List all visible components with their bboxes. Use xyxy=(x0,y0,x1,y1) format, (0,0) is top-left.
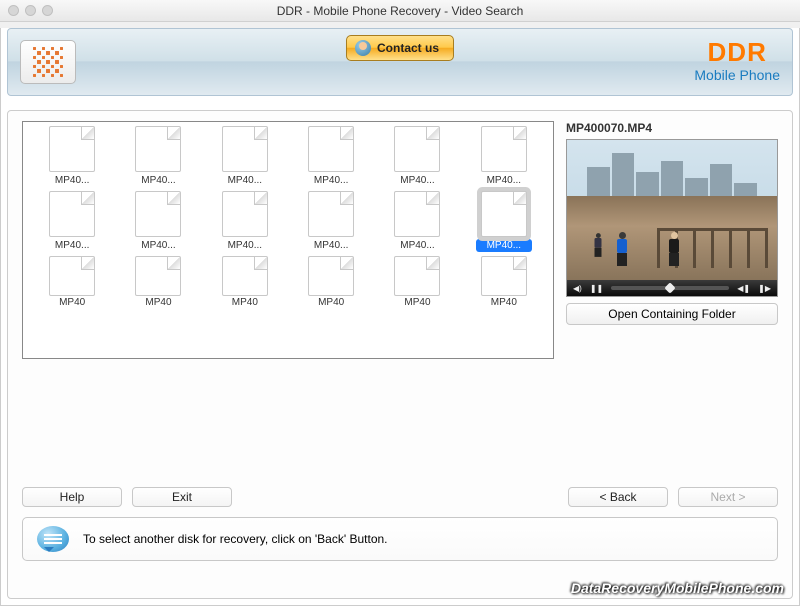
file-label: MP40... xyxy=(476,239,532,252)
brand-bottom: Mobile Phone xyxy=(694,67,780,83)
file-icon xyxy=(49,191,95,237)
file-label: MP40 xyxy=(476,296,532,309)
volume-icon[interactable]: ◀) xyxy=(573,284,582,293)
file-grid-container[interactable]: MP40... MP40... MP40... MP40... MP40... MP40.… xyxy=(22,121,554,359)
file-icon xyxy=(222,256,268,296)
titlebar: DDR - Mobile Phone Recovery - Video Sear… xyxy=(0,0,800,22)
prev-icon[interactable]: ◀❚ xyxy=(737,284,750,293)
file-item[interactable]: MP40... xyxy=(202,126,288,187)
player-controls[interactable]: ◀) ❚❚ ◀❚ ❚▶ xyxy=(567,280,777,296)
chat-bubble-icon xyxy=(37,526,69,552)
window-body: Contact us DDR Mobile Phone MP40...MP40.… xyxy=(0,28,800,606)
file-icon xyxy=(135,256,181,296)
avatar-icon xyxy=(355,40,371,56)
file-label: MP40... xyxy=(130,174,186,187)
file-label: MP40... xyxy=(44,174,100,187)
file-item[interactable]: MP40 xyxy=(29,256,115,309)
file-icon xyxy=(308,256,354,296)
file-label: MP40... xyxy=(303,174,359,187)
content-panel: MP40... MP40... MP40... MP40... MP40... MP40.… xyxy=(7,110,793,599)
file-icon xyxy=(481,126,527,172)
file-icon xyxy=(481,256,527,296)
brand-block: DDR Mobile Phone xyxy=(694,41,780,82)
app-logo-icon xyxy=(33,47,63,77)
file-item[interactable]: MP40... xyxy=(461,126,547,187)
file-label: MP40 xyxy=(217,296,273,309)
file-icon xyxy=(308,191,354,237)
file-label: MP40... xyxy=(217,239,273,252)
file-label: MP40 xyxy=(389,296,445,309)
help-button[interactable]: Help xyxy=(22,487,122,507)
file-item[interactable]: MP40 xyxy=(202,256,288,309)
footer-url: DataRecoveryMobilePhone.com xyxy=(571,580,784,596)
contact-us-button[interactable]: Contact us xyxy=(346,35,454,61)
file-item[interactable]: MP40... xyxy=(288,126,374,187)
exit-button[interactable]: Exit xyxy=(132,487,232,507)
brand-top: DDR xyxy=(694,41,780,64)
next-icon[interactable]: ❚▶ xyxy=(758,284,771,293)
file-icon xyxy=(394,256,440,296)
preview-column: MP400070.MP4 ◀) ❚❚ ◀❚ ❚▶ xyxy=(566,121,778,359)
file-item[interactable]: MP40... xyxy=(29,191,115,252)
file-icon xyxy=(135,191,181,237)
file-item[interactable]: MP40... xyxy=(374,126,460,187)
file-icon xyxy=(481,191,527,237)
video-preview[interactable]: ◀) ❚❚ ◀❚ ❚▶ xyxy=(566,139,778,297)
file-label: MP40 xyxy=(303,296,359,309)
file-label: MP40... xyxy=(130,239,186,252)
next-button: Next > xyxy=(678,487,778,507)
file-icon xyxy=(135,126,181,172)
back-button[interactable]: < Back xyxy=(568,487,668,507)
seek-bar[interactable] xyxy=(611,286,729,290)
file-icon xyxy=(222,191,268,237)
file-icon xyxy=(394,191,440,237)
file-label: MP40... xyxy=(389,239,445,252)
button-row: Help Exit < Back Next > xyxy=(22,487,778,507)
file-item[interactable]: MP40 xyxy=(115,256,201,309)
file-label: MP40... xyxy=(303,239,359,252)
file-label: MP40... xyxy=(44,239,100,252)
file-item[interactable]: MP40... xyxy=(29,126,115,187)
top-banner: Contact us DDR Mobile Phone xyxy=(7,28,793,96)
file-item[interactable]: MP40... xyxy=(374,191,460,252)
file-icon xyxy=(222,126,268,172)
file-label: MP40 xyxy=(130,296,186,309)
hint-text: To select another disk for recovery, cli… xyxy=(83,532,388,546)
file-icon xyxy=(394,126,440,172)
preview-filename: MP400070.MP4 xyxy=(566,121,778,135)
file-icon xyxy=(49,126,95,172)
pause-icon[interactable]: ❚❚ xyxy=(590,284,603,293)
open-containing-folder-button[interactable]: Open Containing Folder xyxy=(566,303,778,325)
contact-label: Contact us xyxy=(377,41,439,55)
file-label: MP40 xyxy=(44,296,100,309)
file-item[interactable]: MP40 xyxy=(461,256,547,309)
file-item[interactable]: MP40... xyxy=(115,191,201,252)
file-item[interactable]: MP40... xyxy=(288,191,374,252)
file-label: MP40... xyxy=(389,174,445,187)
file-item[interactable]: MP40 xyxy=(288,256,374,309)
file-label: MP40... xyxy=(476,174,532,187)
file-item[interactable]: MP40 xyxy=(374,256,460,309)
window-title: DDR - Mobile Phone Recovery - Video Sear… xyxy=(0,4,800,18)
file-item[interactable]: MP40... xyxy=(461,191,547,252)
file-label: MP40... xyxy=(217,174,273,187)
file-icon xyxy=(308,126,354,172)
file-icon xyxy=(49,256,95,296)
file-item[interactable]: MP40... xyxy=(202,191,288,252)
home-button[interactable] xyxy=(20,40,76,84)
hint-bar: To select another disk for recovery, cli… xyxy=(22,517,778,561)
file-item[interactable]: MP40... xyxy=(115,126,201,187)
